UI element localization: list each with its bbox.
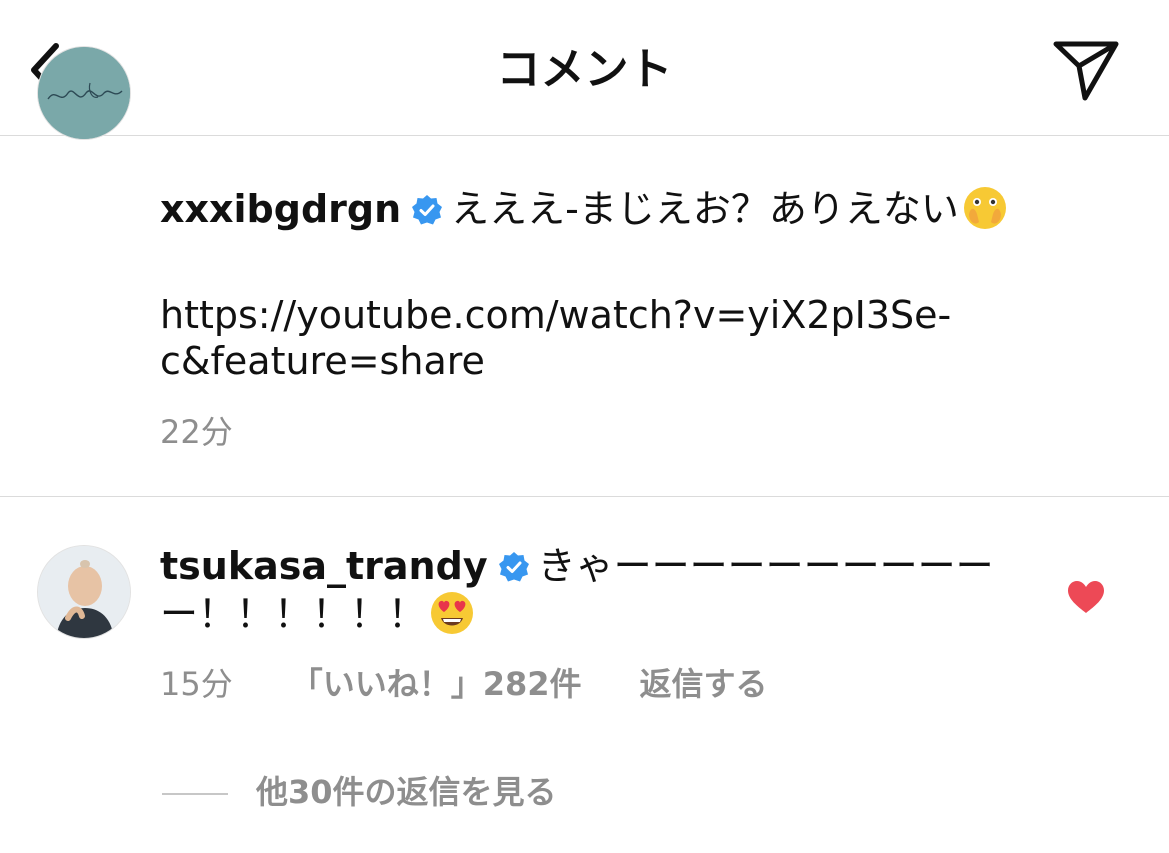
share-button[interactable] — [1050, 36, 1122, 104]
comment-timestamp: 15分 — [160, 665, 233, 703]
view-replies-label[interactable]: 他30件の返信を見る — [256, 773, 557, 811]
post-meta: 22分 — [160, 412, 291, 452]
reply-button[interactable]: 返信する — [640, 665, 768, 703]
comment-body-line2: ー！！！！！！ — [160, 592, 427, 636]
post-caption-body: えええ-まじえお？ありえない — [451, 187, 959, 231]
verified-badge-icon — [412, 195, 443, 225]
avatar[interactable] — [37, 545, 131, 639]
verified-badge-icon — [498, 552, 529, 582]
view-replies-button[interactable]: 他30件の返信を見る — [162, 772, 557, 812]
comment-username[interactable]: tsukasa_trandy — [160, 544, 488, 588]
post-link-line1[interactable]: https://youtube.com/watch?v=yiX2pI3Se- — [160, 292, 951, 338]
like-button[interactable] — [1067, 580, 1105, 614]
comment-text: tsukasa_trandy きゃーーーーーーーーーー ー！！！！！！ — [160, 543, 994, 637]
face-with-hand-over-mouth-icon — [963, 187, 1006, 229]
heart-icon — [1068, 581, 1104, 613]
post-caption-text: xxxibgdrgn えええ-まじえお？ありえない — [160, 184, 1009, 232]
header-bar: コメント — [0, 0, 1169, 136]
comment-body-line1: きゃーーーーーーーーーー — [537, 544, 994, 588]
post-link-line2[interactable]: c&feature=share — [160, 338, 951, 384]
paper-plane-icon — [1053, 41, 1119, 101]
post-link[interactable]: https://youtube.com/watch?v=yiX2pI3Se- c… — [160, 292, 951, 384]
post-timestamp: 22分 — [160, 413, 233, 451]
comment-meta: 15分 「いいね！」282件 返信する — [160, 664, 826, 704]
post-username[interactable]: xxxibgdrgn — [160, 187, 401, 231]
heart-eyes-icon — [431, 592, 474, 634]
replies-divider-line — [162, 793, 228, 795]
avatar[interactable] — [37, 46, 131, 140]
user-photo — [38, 546, 130, 638]
signature-logo — [38, 47, 130, 139]
page-title: コメント — [496, 44, 673, 95]
likes-count-link[interactable]: 「いいね！」282件 — [291, 665, 582, 703]
